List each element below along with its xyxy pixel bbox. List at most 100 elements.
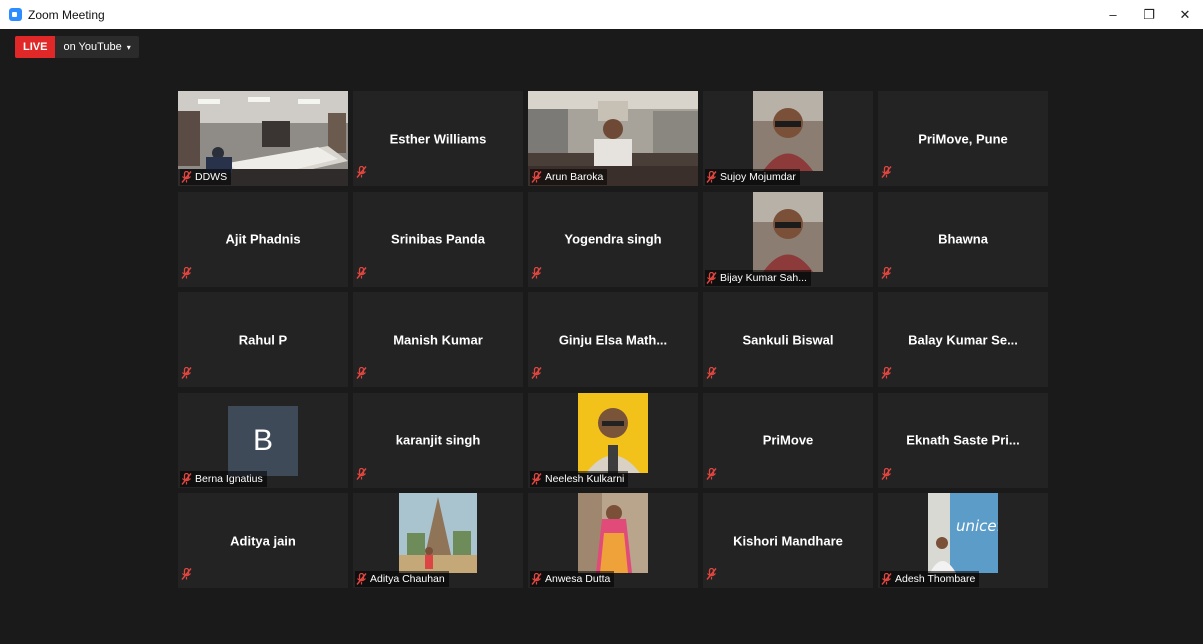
participant-tile[interactable]: Ginju Elsa Math... xyxy=(528,292,698,387)
participant-tile[interactable]: Yogendra singh xyxy=(528,191,698,287)
participant-tile[interactable]: Srinibas Panda xyxy=(353,191,523,287)
participant-label: Adesh Thombare xyxy=(880,571,980,587)
window-controls: – ❐ ✕ xyxy=(1095,0,1203,29)
participant-name: Rahul P xyxy=(238,332,288,347)
participant-gallery: DDWS Esther Williams Arun Baroka Sujoy Moju… xyxy=(178,91,1048,588)
live-stream-indicator[interactable]: LIVE on YouTube ▾ xyxy=(15,36,139,58)
participant-label: Arun Baroka xyxy=(530,169,608,185)
muted-mic-icon xyxy=(531,472,542,485)
participant-label: Bijay Kumar Sah... xyxy=(705,269,811,286)
participant-tile[interactable]: Sankuli Biswal xyxy=(703,292,873,387)
participant-tile[interactable]: Manish Kumar xyxy=(353,292,523,387)
muted-mic-icon xyxy=(181,472,192,485)
participant-name: Aditya jain xyxy=(230,533,296,548)
mute-indicator xyxy=(881,266,892,284)
muted-mic-icon xyxy=(531,573,542,585)
window-title: Zoom Meeting xyxy=(28,7,105,22)
muted-mic-icon xyxy=(706,467,717,480)
participant-name: Bhawna xyxy=(938,231,988,247)
participant-tile[interactable]: PriMove, Pune xyxy=(878,91,1048,186)
participant-name: Yogendra singh xyxy=(564,231,662,247)
muted-mic-icon xyxy=(181,266,192,279)
participant-photo-frame xyxy=(399,493,477,573)
participant-name: PriMove, Pune xyxy=(918,131,1008,146)
participant-tile[interactable]: Balay Kumar Se... xyxy=(878,292,1048,387)
avatar: B xyxy=(228,405,298,476)
participant-photo-frame xyxy=(753,191,823,272)
muted-mic-icon xyxy=(881,166,892,178)
participant-tile[interactable]: unicef Adesh Thombare xyxy=(878,493,1048,588)
maximize-button[interactable]: ❐ xyxy=(1131,0,1167,29)
participant-tile[interactable]: Ajit Phadnis xyxy=(178,191,348,287)
participant-label: Berna Ignatius xyxy=(180,470,267,487)
mute-indicator xyxy=(881,366,892,384)
participant-photo-frame: unicef xyxy=(928,493,998,573)
participant-label: Aditya Chauhan xyxy=(355,571,449,587)
participant-tile[interactable]: Eknath Saste Pri... xyxy=(878,392,1048,488)
participant-tile[interactable]: Kishori Mandhare xyxy=(703,493,873,588)
participant-tile[interactable]: Neelesh Kulkarni xyxy=(528,392,698,488)
muted-mic-icon xyxy=(706,271,717,284)
minimize-button[interactable]: – xyxy=(1095,0,1131,29)
mute-indicator xyxy=(181,567,192,585)
participant-label: Sujoy Mojumdar xyxy=(705,169,800,185)
muted-mic-icon xyxy=(356,367,367,379)
participant-tile[interactable]: DDWS xyxy=(178,91,348,186)
participant-photo-frame xyxy=(578,493,648,573)
muted-mic-icon xyxy=(181,367,192,379)
participant-tile[interactable]: Sujoy Mojumdar xyxy=(703,91,873,186)
mute-indicator xyxy=(356,165,367,183)
participant-photo xyxy=(578,392,648,473)
close-button[interactable]: ✕ xyxy=(1167,0,1203,29)
participant-name: Eknath Saste Pri... xyxy=(906,432,1020,448)
participant-tile[interactable]: Arun Baroka xyxy=(528,91,698,186)
participant-tile[interactable]: karanjit singh xyxy=(353,392,523,488)
svg-text:unicef: unicef xyxy=(956,517,998,535)
participant-photo-frame xyxy=(753,91,823,171)
muted-mic-icon xyxy=(531,266,542,279)
participant-tile[interactable]: B Berna Ignatius xyxy=(178,392,348,488)
participant-photo-frame xyxy=(578,392,648,473)
muted-mic-icon xyxy=(356,573,367,585)
muted-mic-icon xyxy=(531,171,542,183)
muted-mic-icon xyxy=(356,266,367,279)
participant-tile[interactable]: Bijay Kumar Sah... xyxy=(703,191,873,287)
participant-name: Adesh Thombare xyxy=(895,573,976,585)
live-destination-dropdown[interactable]: on YouTube ▾ xyxy=(55,36,138,58)
participant-name: Arun Baroka xyxy=(545,171,604,183)
muted-mic-icon xyxy=(706,171,717,183)
mute-indicator xyxy=(881,467,892,485)
participant-name: Aditya Chauhan xyxy=(370,573,445,585)
mute-indicator xyxy=(706,467,717,485)
participant-tile[interactable]: Aditya jain xyxy=(178,493,348,588)
participant-name: Bijay Kumar Sah... xyxy=(720,271,807,284)
participant-tile[interactable]: Aditya Chauhan xyxy=(353,493,523,588)
participant-name: Balay Kumar Se... xyxy=(908,332,1018,347)
participant-name: PriMove xyxy=(762,432,814,448)
participant-tile[interactable]: Rahul P xyxy=(178,292,348,387)
participant-tile[interactable]: Esther Williams xyxy=(353,91,523,186)
participant-label: DDWS xyxy=(180,169,232,185)
participant-tile[interactable]: Anwesa Dutta xyxy=(528,493,698,588)
mute-indicator xyxy=(181,366,192,384)
participant-name: Anwesa Dutta xyxy=(545,573,611,585)
participant-photo xyxy=(753,191,823,272)
participant-name: Berna Ignatius xyxy=(195,472,263,485)
mute-indicator xyxy=(706,567,717,585)
muted-mic-icon xyxy=(881,266,892,279)
window-titlebar: Zoom Meeting – ❐ ✕ xyxy=(0,0,1203,29)
mute-indicator xyxy=(706,366,717,384)
muted-mic-icon xyxy=(356,166,367,178)
muted-mic-icon xyxy=(531,367,542,379)
mute-indicator xyxy=(356,366,367,384)
participant-label: Neelesh Kulkarni xyxy=(530,470,629,487)
participant-name: Sujoy Mojumdar xyxy=(720,171,796,183)
zoom-app-icon xyxy=(9,8,22,21)
participant-tile[interactable]: PriMove xyxy=(703,392,873,488)
participant-tile[interactable]: Bhawna xyxy=(878,191,1048,287)
mute-indicator xyxy=(356,467,367,485)
muted-mic-icon xyxy=(706,367,717,379)
mute-indicator xyxy=(881,165,892,183)
mute-indicator xyxy=(531,266,542,284)
participant-name: Esther Williams xyxy=(389,131,487,146)
